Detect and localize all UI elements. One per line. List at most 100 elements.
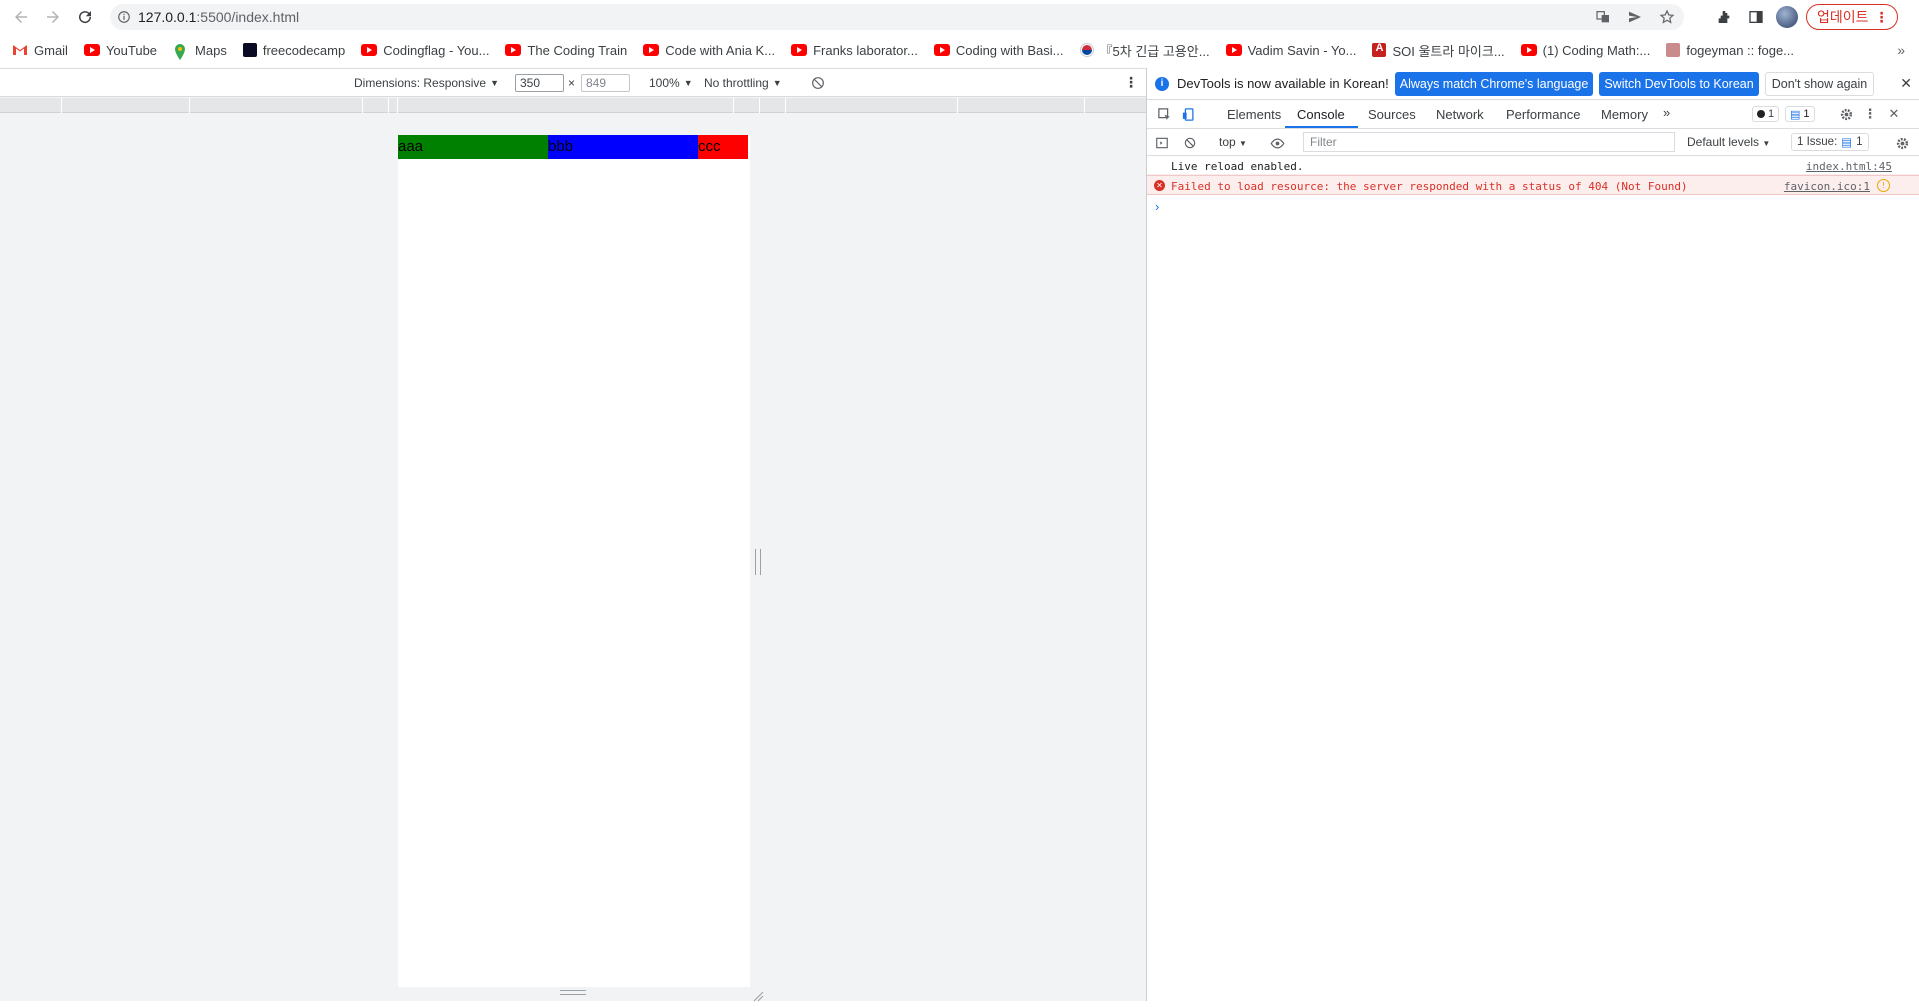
bookmark-item[interactable]: (1) Coding Math:... (1520, 42, 1651, 58)
active-tab-indicator (1285, 126, 1358, 128)
resize-corner-icon[interactable] (752, 989, 764, 1002)
issues-button[interactable]: 1 Issue: ▤ 1 (1791, 133, 1869, 151)
url-path: :5500/index.html (196, 9, 300, 25)
arrow-right-icon (47, 11, 59, 23)
bookmark-item[interactable]: Coding with Basi... (933, 42, 1064, 58)
gmail-icon (12, 43, 28, 57)
width-input[interactable]: 350 (515, 74, 564, 92)
bookmark-label: The Coding Train (527, 42, 628, 58)
bookmark-item[interactable]: Maps (173, 43, 227, 60)
tab-console[interactable]: Console (1297, 107, 1345, 122)
bookmark-item[interactable]: SOI 울트라 마이크... (1372, 41, 1505, 60)
tab-network[interactable]: Network (1436, 107, 1484, 122)
bookmarks-overflow-icon[interactable]: » (1897, 42, 1905, 58)
bookmark-label: Code with Ania K... (665, 42, 776, 58)
bookmark-item[interactable]: Gmail (12, 43, 68, 58)
browser-toolbar: 127.0.0.1:5500/index.html 업데이트 ⋮ (0, 0, 1919, 34)
send-icon[interactable] (1624, 7, 1646, 27)
reload-button[interactable] (70, 2, 100, 32)
media-query-ruler[interactable] (0, 98, 1146, 113)
message-count-badge[interactable]: ▤ 1 (1785, 106, 1815, 122)
error-count: 1 (1768, 108, 1775, 120)
tab-memory[interactable]: Memory (1601, 107, 1648, 122)
rotate-icon[interactable] (810, 75, 826, 91)
update-button[interactable]: 업데이트 ⋮ (1806, 4, 1898, 30)
side-panel-icon[interactable] (1744, 5, 1768, 29)
console-source-link[interactable]: favicon.ico:1 (1784, 180, 1870, 193)
profile-avatar[interactable] (1776, 6, 1798, 28)
issue-message-icon: ▤ (1841, 137, 1853, 149)
context-dropdown[interactable]: top ▼ (1219, 135, 1247, 149)
bookmark-item[interactable]: fogeyman :: foge... (1666, 43, 1794, 58)
address-bar[interactable]: 127.0.0.1:5500/index.html (110, 4, 1684, 30)
devtools-menu-icon[interactable]: ⋮ (1861, 105, 1879, 123)
dont-show-again-button[interactable]: Don't show again (1764, 71, 1875, 96)
bookmark-item[interactable]: 『5차 긴급 고용안... (1079, 41, 1210, 60)
bookmark-item[interactable]: The Coding Train (505, 43, 627, 58)
device-toggle-icon[interactable] (1179, 105, 1197, 123)
site-info-icon[interactable] (110, 10, 138, 24)
error-dot-icon (1757, 110, 1765, 118)
tab-sources[interactable]: Sources (1368, 107, 1416, 122)
bar-aaa: aaa (398, 135, 548, 159)
resize-handle-right[interactable] (755, 549, 761, 575)
bookmark-item[interactable]: Codingflag - You... (361, 43, 489, 58)
eye-icon[interactable] (1268, 134, 1286, 152)
throttling-dropdown[interactable]: No throttling ▼ (704, 76, 782, 90)
issue-link-icon[interactable]: ! (1877, 179, 1890, 192)
soi-icon (1372, 42, 1387, 57)
switch-language-button[interactable]: Switch DevTools to Korean (1599, 71, 1759, 96)
youtube-icon (1225, 44, 1242, 56)
filter-input[interactable]: Filter (1303, 132, 1675, 152)
zoom-dropdown[interactable]: 100% ▼ (649, 76, 693, 90)
clear-console-icon[interactable] (1181, 134, 1199, 152)
youtube-icon (643, 44, 660, 56)
bookmark-label: Vadim Savin - Yo... (1247, 42, 1357, 58)
bookmark-label: fogeyman :: foge... (1686, 42, 1795, 58)
dimensions-dropdown[interactable]: Dimensions: Responsive ▼ (354, 76, 499, 90)
inspect-element-icon[interactable] (1155, 105, 1173, 123)
youtube-icon (1520, 44, 1537, 56)
arrow-left-icon (15, 11, 27, 23)
caret-down-icon: ▼ (1239, 139, 1247, 148)
forward-button[interactable] (38, 2, 68, 32)
bookmark-item[interactable]: YouTube (83, 42, 158, 58)
bookmark-item[interactable]: freecodecamp (242, 43, 345, 58)
bookmark-label: Coding with Basi... (955, 42, 1064, 58)
times-icon: × (568, 76, 576, 90)
language-infobar: i DevTools is now available in Korean! A… (1147, 68, 1919, 100)
caret-down-icon: ▼ (1762, 139, 1771, 148)
log-levels-dropdown[interactable]: Default levels ▼ (1687, 135, 1770, 149)
bookmark-label: Franks laborator... (813, 42, 918, 58)
bookmark-item[interactable]: Franks laborator... (791, 43, 918, 58)
more-tabs-icon[interactable]: » (1663, 105, 1670, 120)
tab-performance[interactable]: Performance (1506, 107, 1580, 122)
close-devtools-icon[interactable]: ✕ (1885, 105, 1903, 123)
bookmark-item[interactable]: Vadim Savin - Yo... (1225, 42, 1357, 58)
tab-elements[interactable]: Elements (1227, 107, 1281, 122)
match-language-button[interactable]: Always match Chrome's language (1394, 71, 1594, 96)
device-toolbar: Dimensions: Responsive ▼ 350 × 849 100% … (0, 69, 1146, 97)
console-settings-icon[interactable] (1893, 134, 1911, 152)
extensions-icon[interactable] (1712, 5, 1736, 29)
console-prompt-icon[interactable]: › (1155, 199, 1159, 214)
resize-handle-bottom[interactable] (560, 990, 586, 995)
devtools-tabs: Elements Console Sources Network Perform… (1147, 100, 1919, 129)
info-icon: i (1155, 76, 1169, 91)
bookmark-label: (1) Coding Math:... (1542, 42, 1651, 58)
close-icon[interactable]: ✕ (1900, 75, 1912, 92)
sidebar-toggle-icon[interactable] (1153, 134, 1171, 152)
bookmark-label: SOI 울트라 마이크... (1392, 43, 1505, 59)
bookmark-label: YouTube (105, 42, 158, 58)
device-more-icon[interactable]: ⋮ (1124, 74, 1138, 91)
translate-icon[interactable] (1592, 7, 1614, 27)
bookmark-star-icon[interactable] (1656, 7, 1678, 27)
height-input[interactable]: 849 (581, 74, 630, 92)
settings-gear-icon[interactable] (1837, 105, 1855, 123)
caret-down-icon: ▼ (772, 78, 782, 88)
issues-label: 1 Issue: (1797, 136, 1838, 148)
bookmark-item[interactable]: Code with Ania K... (643, 43, 775, 58)
error-count-badge[interactable]: 1 (1752, 106, 1780, 122)
console-source-link[interactable]: index.html:45 (1806, 160, 1892, 173)
back-button[interactable] (6, 2, 36, 32)
